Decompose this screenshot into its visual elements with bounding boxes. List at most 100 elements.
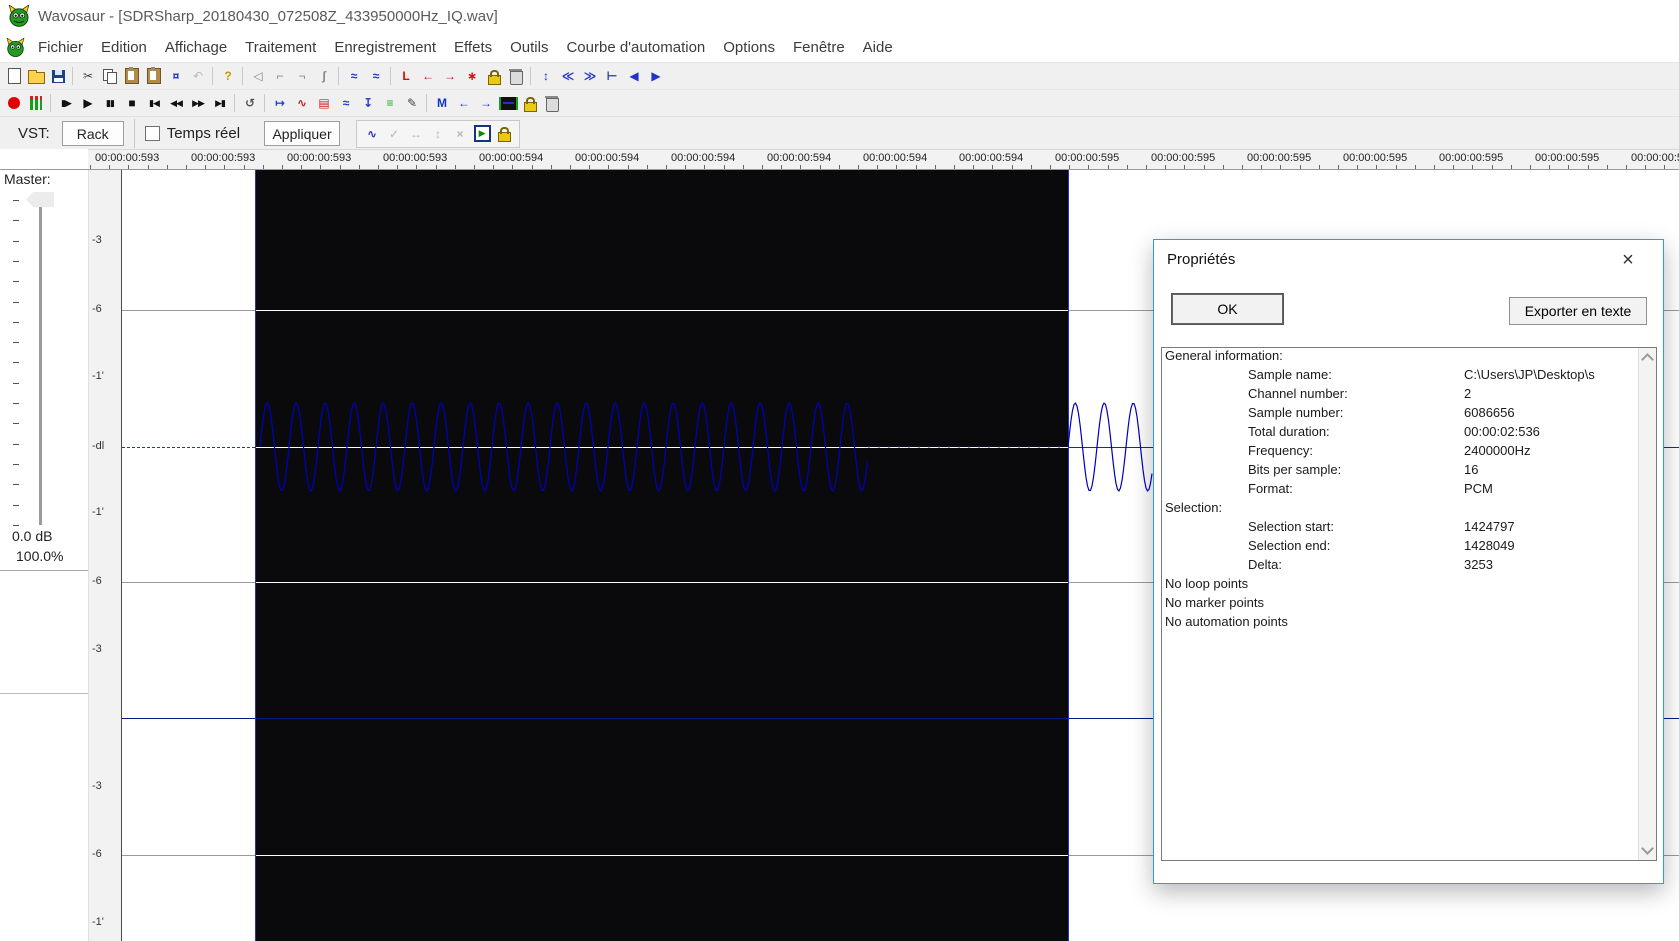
marker-clear-button[interactable]: ∗	[461, 65, 483, 88]
property-row[interactable]: Delta: 3253	[1162, 557, 1656, 576]
realtime-checkbox[interactable]	[144, 126, 160, 141]
menu-fen-tre[interactable]: Fenêtre	[784, 35, 854, 60]
property-row[interactable]: General information:	[1162, 348, 1656, 367]
open-file-button[interactable]	[25, 65, 47, 88]
play-from-cursor-button[interactable]: ▮▶	[55, 92, 77, 115]
menu-affichage[interactable]: Affichage	[156, 35, 236, 60]
property-row[interactable]: Sample name: C:\Users\JP\Desktop\s	[1162, 367, 1656, 386]
scrollbar[interactable]	[1638, 348, 1656, 860]
trim-wave-button[interactable]: ⊢	[601, 65, 623, 88]
properties-list[interactable]: General information: Sample name: C:\Users…	[1161, 347, 1657, 861]
menu-edition[interactable]: Edition	[92, 35, 156, 60]
undo-button[interactable]: ↶	[187, 65, 209, 88]
help-button[interactable]: ?	[217, 65, 239, 88]
property-row[interactable]: Channel number: 2	[1162, 386, 1656, 405]
goto-start-button[interactable]: ▮◀	[143, 92, 165, 115]
copy-button[interactable]	[99, 65, 121, 88]
property-row[interactable]: Frequency: 2400000Hz	[1162, 443, 1656, 462]
close-icon[interactable]: ×	[1615, 248, 1641, 272]
export-text-button[interactable]: Exporter en texte	[1509, 297, 1647, 325]
menu-effets[interactable]: Effets	[445, 35, 501, 60]
paste-mix-button[interactable]	[143, 65, 165, 88]
ok-button[interactable]: OK	[1171, 293, 1284, 325]
cut-button[interactable]: ✂	[77, 65, 99, 88]
selection-tool-button[interactable]: ¤	[165, 65, 187, 88]
tools-wrench-button[interactable]: ʃ	[313, 65, 335, 88]
marker-lock-button[interactable]	[483, 65, 505, 88]
rewind-button[interactable]: ◀◀	[165, 92, 187, 115]
property-row[interactable]: No marker points	[1162, 595, 1656, 614]
marker-m-button[interactable]: M	[431, 92, 453, 115]
goto-end-button[interactable]: ▶▮	[209, 92, 231, 115]
marker-next-button[interactable]: →	[439, 65, 461, 88]
normalize-button[interactable]: ↧	[357, 92, 379, 115]
selection-edge[interactable]	[255, 170, 256, 941]
spectrum-analysis-button[interactable]: ∿	[291, 92, 313, 115]
marker-trash-button[interactable]	[505, 65, 527, 88]
lock-automation-button[interactable]	[494, 122, 514, 145]
marker-view-button[interactable]	[497, 92, 519, 115]
timeline-ruler[interactable]: 00:00:00:593 00:00:00:593 00:00:00:593 00:0…	[0, 149, 1679, 170]
wave-insert-button[interactable]: ≈	[343, 65, 365, 88]
menu-options[interactable]: Options	[714, 35, 784, 60]
save-file-button[interactable]	[47, 65, 69, 88]
property-row[interactable]: No loop points	[1162, 576, 1656, 595]
master-slider-track[interactable]	[39, 200, 43, 525]
stop-button[interactable]: ■	[121, 92, 143, 115]
marker-trash-2-button[interactable]	[541, 92, 563, 115]
edit-pencil-button[interactable]: ✎	[401, 92, 423, 115]
menu-outils[interactable]: Outils	[501, 35, 557, 60]
property-row[interactable]: Bits per sample: 16	[1162, 462, 1656, 481]
menu-courbe-d-automation[interactable]: Courbe d'automation	[557, 35, 714, 60]
property-row[interactable]: Sample number: 6086656	[1162, 405, 1656, 424]
property-row[interactable]: Selection:	[1162, 500, 1656, 519]
wave-replace-button[interactable]: ≈	[365, 65, 387, 88]
play-automation-button[interactable]: ▶	[472, 122, 492, 145]
routing-b-button[interactable]: ¬	[291, 65, 313, 88]
selection-region[interactable]	[255, 170, 1068, 941]
selection-edge[interactable]	[1068, 170, 1069, 941]
paste-button[interactable]	[121, 65, 143, 88]
vu-meter-button[interactable]	[25, 92, 47, 115]
pause-button[interactable]: ▮▮	[99, 92, 121, 115]
scroll-up-icon[interactable]	[1641, 353, 1654, 366]
shift-selection-left-button[interactable]: ≪	[557, 65, 579, 88]
zoom-wave-vertical-button[interactable]: ↕	[535, 65, 557, 88]
draw-automation-button[interactable]: ∿	[362, 122, 382, 145]
property-row[interactable]: No automation points	[1162, 614, 1656, 633]
menu-fichier[interactable]: Fichier	[29, 35, 92, 60]
menu-enregistrement[interactable]: Enregistrement	[325, 35, 445, 60]
vst-rack-button[interactable]: Rack	[61, 121, 124, 146]
property-row[interactable]: Format: PCM	[1162, 481, 1656, 500]
audio-output-button[interactable]: ◁	[247, 65, 269, 88]
marker-lock-2-button[interactable]	[519, 92, 541, 115]
marker-set-button[interactable]: L	[395, 65, 417, 88]
batch-convert-button[interactable]: ▤	[313, 92, 335, 115]
statistics-button[interactable]: ≡	[379, 92, 401, 115]
new-file-button[interactable]	[3, 65, 25, 88]
move-points-vertical-button[interactable]: ↕	[428, 122, 448, 145]
scroll-down-icon[interactable]	[1641, 842, 1654, 855]
export-region-button[interactable]: ↦	[269, 92, 291, 115]
loop-button[interactable]: ↺	[239, 92, 261, 115]
master-slider-thumb[interactable]	[26, 192, 54, 207]
menu-traitement[interactable]: Traitement	[236, 35, 325, 60]
property-row[interactable]: Total duration: 00:00:02:536	[1162, 424, 1656, 443]
marker-prev-button[interactable]: ←	[417, 65, 439, 88]
menu-aide[interactable]: Aide	[854, 35, 902, 60]
property-row[interactable]: Selection start: 1424797	[1162, 519, 1656, 538]
shift-selection-right-button[interactable]: ≫	[579, 65, 601, 88]
marker-m-prev-button[interactable]: ←	[453, 92, 475, 115]
apply-button[interactable]: Appliquer	[264, 121, 341, 146]
fast-forward-button[interactable]: ▶▶	[187, 92, 209, 115]
property-row[interactable]: Selection end: 1428049	[1162, 538, 1656, 557]
apply-automation-button[interactable]: ✓	[384, 122, 404, 145]
resample-button[interactable]: ≈	[335, 92, 357, 115]
move-points-horizontal-button[interactable]: ↔	[406, 122, 426, 145]
play-button[interactable]: ▶	[77, 92, 99, 115]
marker-m-next-button[interactable]: →	[475, 92, 497, 115]
routing-a-button[interactable]: ⌐	[269, 65, 291, 88]
delete-points-button[interactable]: ×	[450, 122, 470, 145]
record-button[interactable]	[3, 92, 25, 115]
fade-in-button[interactable]: ◀	[623, 65, 645, 88]
